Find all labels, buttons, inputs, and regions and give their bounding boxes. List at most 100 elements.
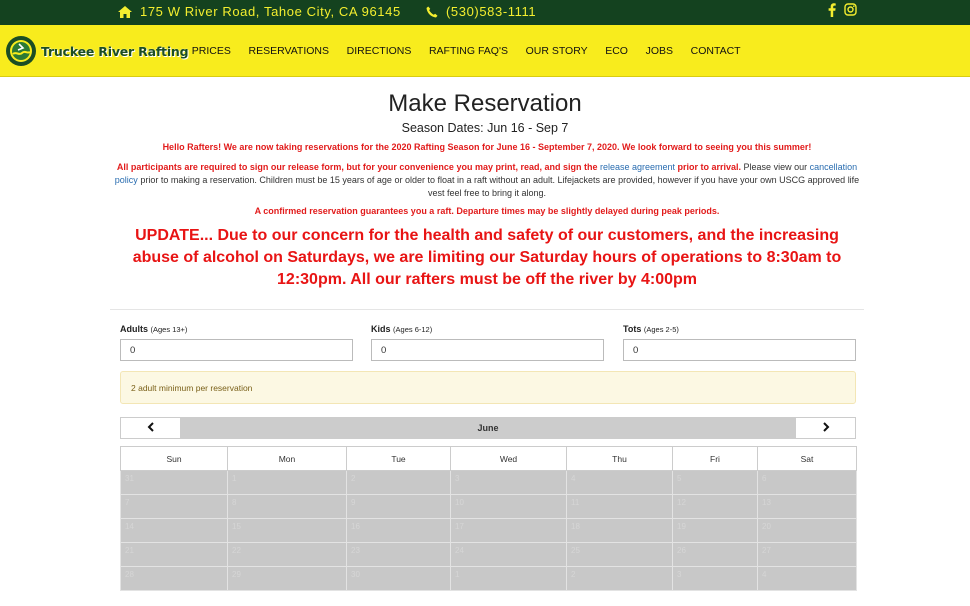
calendar-day: 21 (120, 542, 228, 567)
calendar-day: 2 (566, 566, 673, 591)
page-title: Make Reservation (388, 90, 582, 117)
nav-menu: PRICES RESERVATIONS DIRECTIONS RAFTING F… (183, 25, 749, 77)
minimum-alert: 2 adult minimum per reservation (120, 371, 856, 404)
next-month-button[interactable] (795, 417, 856, 439)
prev-month-button[interactable] (120, 417, 181, 439)
nav-faqs[interactable]: RAFTING FAQ'S (420, 45, 517, 57)
calendar-day: 5 (672, 470, 758, 495)
nav-reservations[interactable]: RESERVATIONS (240, 45, 338, 57)
chevron-left-icon (147, 419, 155, 437)
notice-release-text-b: prior to arrival. (675, 162, 742, 172)
calendar-day: 1 (227, 470, 347, 495)
tots-input[interactable]: 0 (623, 339, 856, 361)
calendar-day: 8 (227, 494, 347, 519)
instagram-icon[interactable] (844, 3, 857, 17)
nav-contact[interactable]: CONTACT (682, 45, 750, 57)
release-agreement-link[interactable]: release agreement (600, 162, 675, 172)
weekday-mon: Mon (227, 446, 347, 471)
divider (110, 309, 864, 310)
phone-text[interactable]: (530)583-1111 (446, 4, 536, 19)
calendar-day: 10 (450, 494, 567, 519)
calendar-day: 1 (450, 566, 567, 591)
adults-input[interactable]: 0 (120, 339, 353, 361)
social-links (828, 3, 857, 17)
calendar-day: 22 (227, 542, 347, 567)
weekday-fri: Fri (672, 446, 758, 471)
calendar-day: 14 (120, 518, 228, 543)
nav-eco[interactable]: ECO (596, 45, 636, 57)
calendar-day: 9 (346, 494, 451, 519)
update-notice: UPDATE... Due to our concern for the hea… (132, 227, 842, 288)
calendar-day: 11 (566, 494, 673, 519)
kids-label: Kids (Ages 6-12) (371, 324, 433, 334)
weekday-thu: Thu (566, 446, 673, 471)
address-text: 175 W River Road, Tahoe City, CA 96145 (140, 4, 401, 19)
nav-prices[interactable]: PRICES (183, 45, 240, 57)
calendar-day: 17 (450, 518, 567, 543)
calendar-day: 4 (566, 470, 673, 495)
notice-release-text-d: prior to making a reservation. Children … (137, 175, 860, 198)
main-nav: Truckee River Rafting PRICES RESERVATION… (0, 25, 970, 77)
notice-release: All participants are required to sign ou… (110, 161, 864, 200)
calendar-day: 16 (346, 518, 451, 543)
kids-input[interactable]: 0 (371, 339, 604, 361)
calendar-day: 27 (757, 542, 857, 567)
calendar-day: 2 (346, 470, 451, 495)
notice-season: Hello Rafters! We are now taking reserva… (162, 142, 812, 152)
notice-release-text-c: Please view our (741, 162, 810, 172)
calendar-month: June (477, 423, 499, 433)
calendar-day: 3 (450, 470, 567, 495)
logo-text: Truckee River Rafting (41, 43, 189, 59)
calendar-day: 25 (566, 542, 673, 567)
nav-directions[interactable]: DIRECTIONS (338, 45, 420, 57)
adults-field: Adults (Ages 13+) 0 (120, 324, 353, 361)
phone[interactable]: (530)583-1111 (426, 4, 536, 19)
nav-jobs[interactable]: JOBS (637, 45, 682, 57)
notice-guarantee: A confirmed reservation guarantees you a… (254, 206, 720, 216)
weekday-row: Sun Mon Tue Wed Thu Fri Sat (120, 446, 857, 471)
calendar-day: 28 (120, 566, 228, 591)
calendar-week: 21 22 23 24 25 26 27 (120, 542, 857, 567)
calendar-day: 29 (227, 566, 347, 591)
calendar-day: 13 (757, 494, 857, 519)
calendar-day: 30 (346, 566, 451, 591)
notice-release-text-a: All participants are required to sign ou… (116, 162, 600, 172)
top-bar: 175 W River Road, Tahoe City, CA 96145 (… (0, 0, 970, 25)
calendar-day: 19 (672, 518, 758, 543)
weekday-sat: Sat (757, 446, 857, 471)
season-dates: Season Dates: Jun 16 - Sep 7 (401, 121, 569, 135)
tots-field: Tots (Ages 2-5) 0 (623, 324, 856, 361)
calendar-day: 4 (757, 566, 857, 591)
calendar-grid: Sun Mon Tue Wed Thu Fri Sat 31 1 2 3 4 5… (120, 446, 857, 591)
home-icon (118, 5, 132, 18)
calendar-week: 14 15 16 17 18 19 20 (120, 518, 857, 543)
chevron-right-icon (822, 419, 830, 437)
calendar-day: 18 (566, 518, 673, 543)
logo-icon (5, 35, 37, 67)
weekday-tue: Tue (346, 446, 451, 471)
calendar-week: 7 8 9 10 11 12 13 (120, 494, 857, 519)
kids-field: Kids (Ages 6-12) 0 (371, 324, 604, 361)
calendar-day: 6 (757, 470, 857, 495)
facebook-icon[interactable] (828, 3, 836, 17)
calendar-day: 20 (757, 518, 857, 543)
logo[interactable]: Truckee River Rafting (5, 35, 189, 67)
address: 175 W River Road, Tahoe City, CA 96145 (118, 4, 401, 19)
weekday-sun: Sun (120, 446, 228, 471)
calendar-day: 12 (672, 494, 758, 519)
calendar-day: 24 (450, 542, 567, 567)
phone-icon (426, 6, 438, 18)
nav-our-story[interactable]: OUR STORY (517, 45, 597, 57)
calendar-header: June (120, 417, 856, 439)
calendar-day: 23 (346, 542, 451, 567)
weekday-wed: Wed (450, 446, 567, 471)
calendar-day: 15 (227, 518, 347, 543)
calendar-day: 31 (120, 470, 228, 495)
tots-label: Tots (Ages 2-5) (623, 324, 679, 334)
calendar-day: 3 (672, 566, 758, 591)
calendar-day: 26 (672, 542, 758, 567)
calendar-day: 7 (120, 494, 228, 519)
calendar-week: 28 29 30 1 2 3 4 (120, 566, 857, 591)
calendar-week: 31 1 2 3 4 5 6 (120, 470, 857, 495)
adults-label: Adults (Ages 13+) (120, 324, 188, 334)
